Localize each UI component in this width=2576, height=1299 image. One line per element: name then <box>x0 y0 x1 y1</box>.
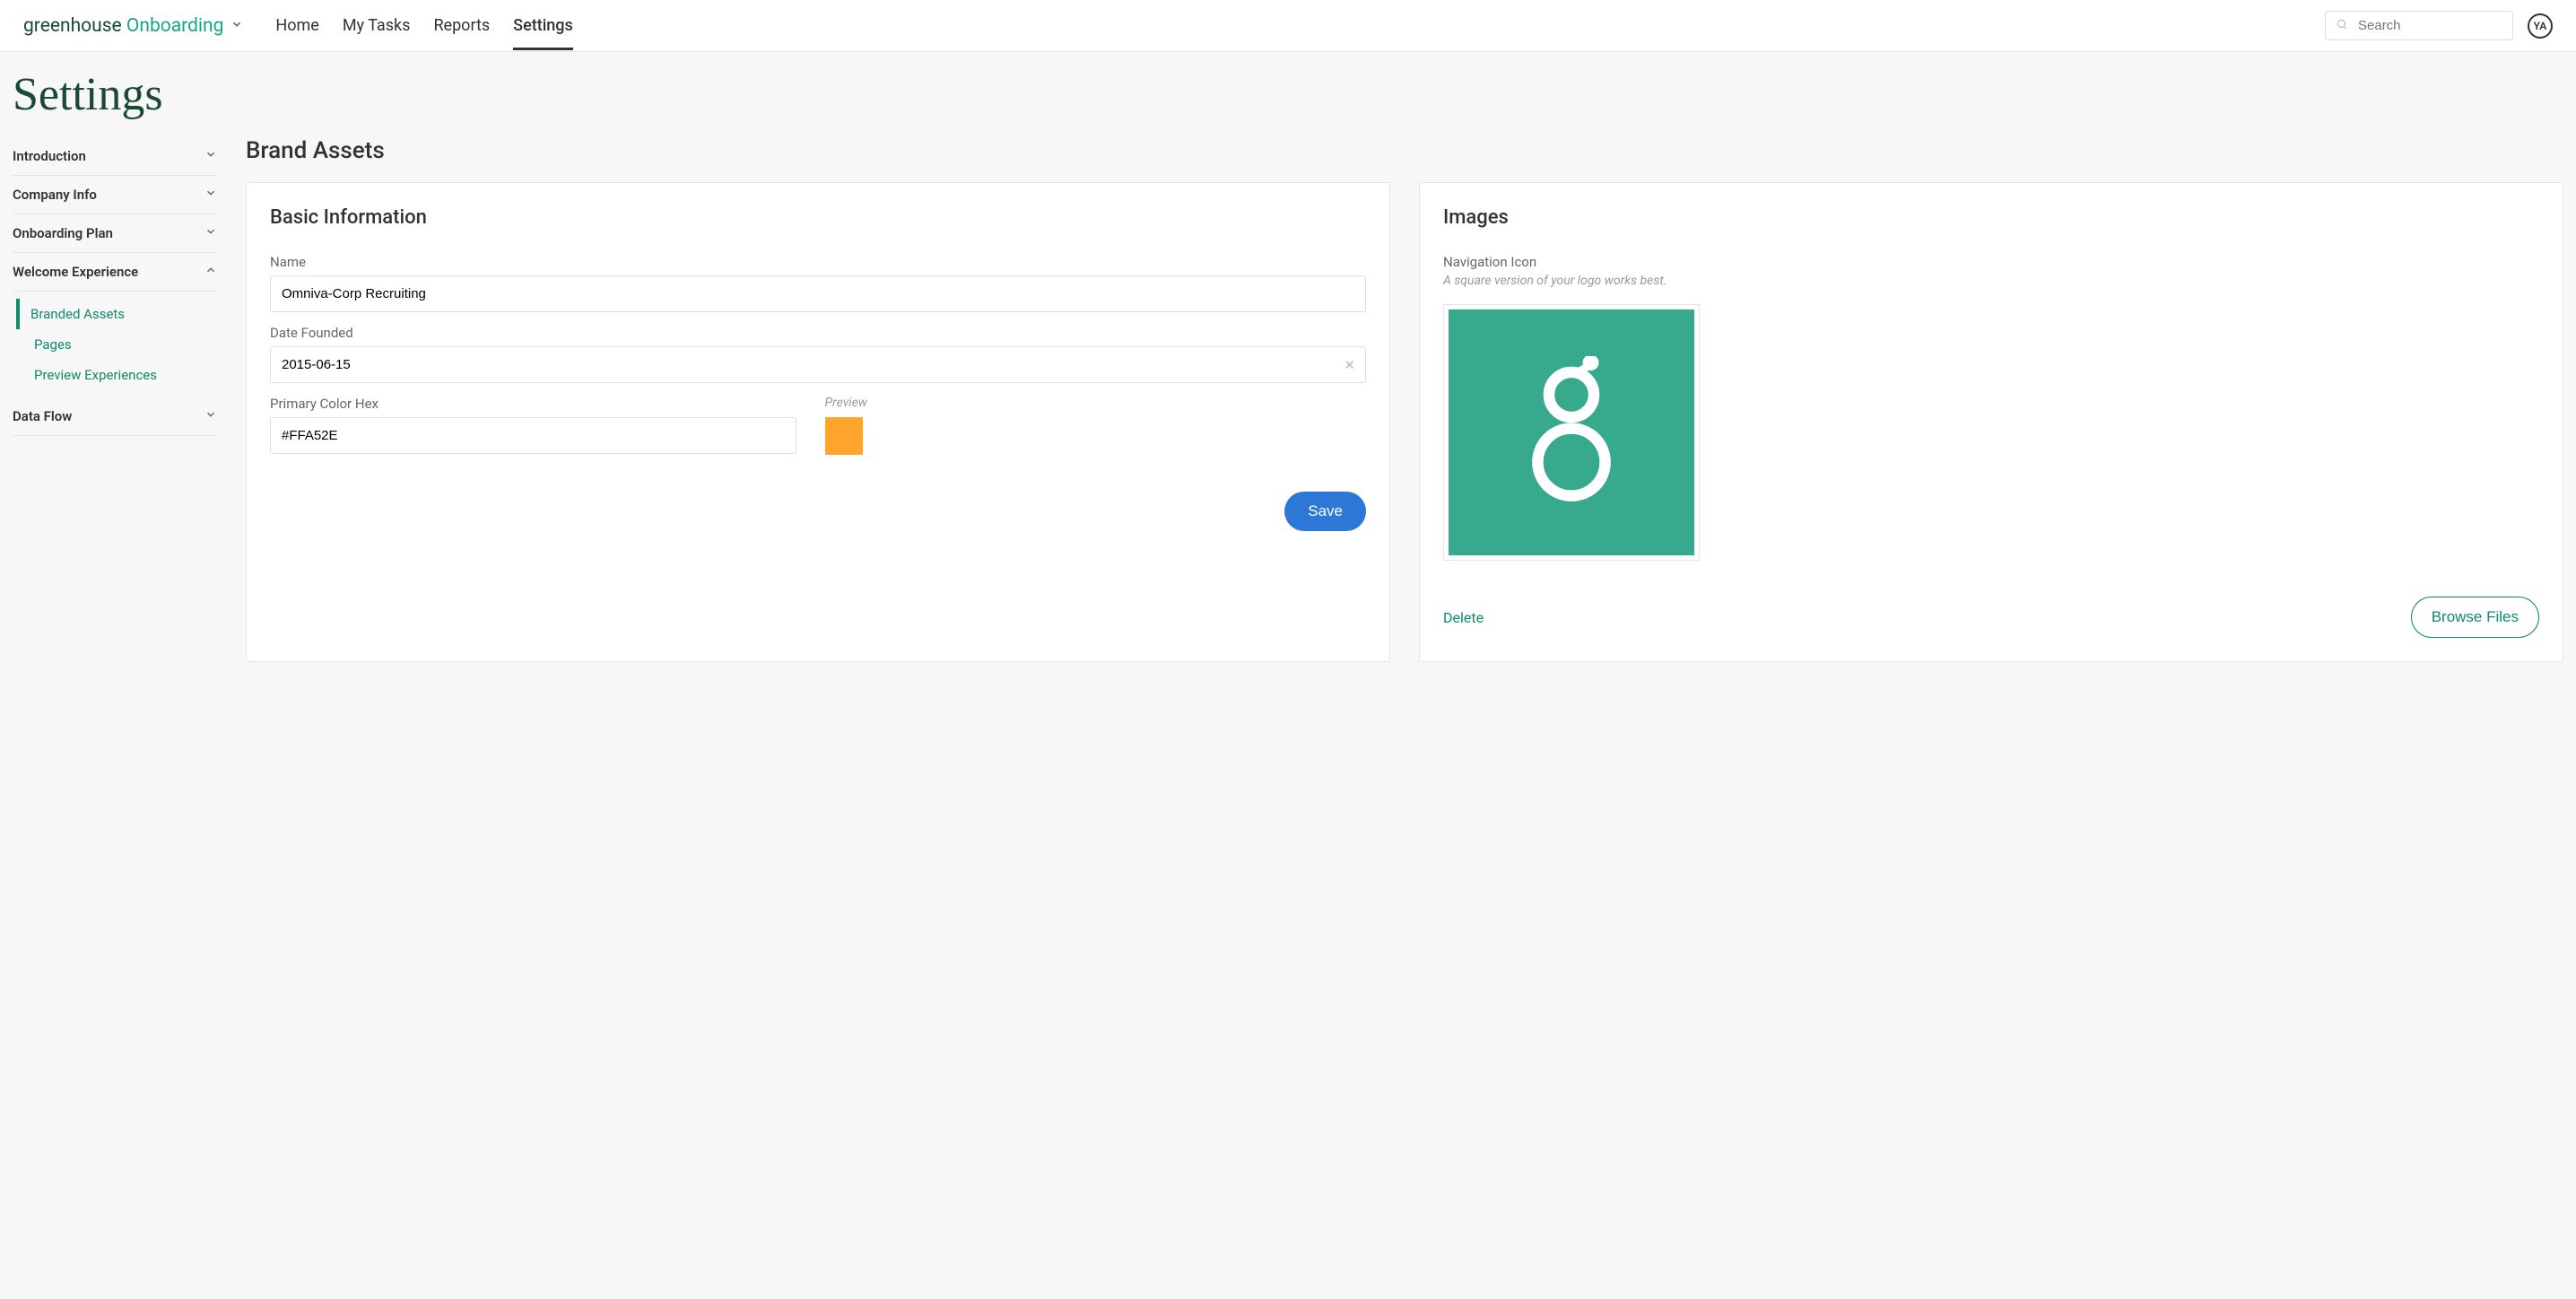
search-input[interactable] <box>2325 11 2513 40</box>
sidebar-submenu: Branded Assets Pages Preview Experiences <box>13 292 217 397</box>
chevron-down-icon <box>205 408 217 424</box>
sidebar-sub-preview-experiences[interactable]: Preview Experiences <box>13 360 217 390</box>
save-button[interactable]: Save <box>1284 492 1366 531</box>
color-swatch <box>825 417 863 455</box>
sidebar-item-welcome-experience[interactable]: Welcome Experience <box>13 253 217 292</box>
primary-color-label: Primary Color Hex <box>270 396 796 412</box>
nav-reports[interactable]: Reports <box>433 2 490 50</box>
nav-settings[interactable]: Settings <box>513 2 573 50</box>
primary-color-input[interactable] <box>270 417 796 454</box>
color-row: Primary Color Hex Preview <box>270 396 1366 466</box>
app-switcher[interactable]: greenhouse Onboarding <box>23 15 243 37</box>
delete-image-link[interactable]: Delete <box>1443 609 1484 626</box>
clear-date-icon[interactable]: ✕ <box>1344 357 1355 373</box>
images-card: Images Navigation Icon A square version … <box>1419 182 2563 662</box>
section-heading: Brand Assets <box>246 137 2563 164</box>
preview-label: Preview <box>825 396 867 410</box>
navigation-icon-hint: A square version of your logo works best… <box>1443 274 2539 288</box>
sidebar-item-label: Onboarding Plan <box>13 225 113 241</box>
date-founded-input[interactable] <box>270 346 1366 383</box>
browse-files-button[interactable]: Browse Files <box>2411 597 2539 638</box>
sidebar-sub-branded-assets[interactable]: Branded Assets <box>16 299 217 329</box>
sidebar-item-label: Company Info <box>13 187 97 203</box>
search-field <box>2325 11 2513 40</box>
page: Settings Introduction Company Info Onboa… <box>0 52 2576 698</box>
nav-home[interactable]: Home <box>275 2 318 50</box>
date-founded-label: Date Founded <box>270 325 1366 341</box>
nav-my-tasks[interactable]: My Tasks <box>343 2 411 50</box>
card-title: Basic Information <box>270 206 1366 229</box>
chevron-up-icon <box>205 264 217 280</box>
navigation-icon-label: Navigation Icon <box>1443 254 2539 270</box>
name-input[interactable] <box>270 275 1366 312</box>
top-nav: greenhouse Onboarding Home My Tasks Repo… <box>0 0 2576 52</box>
settings-sidebar: Introduction Company Info Onboarding Pla… <box>13 137 217 662</box>
main-content: Brand Assets Basic Information Name Date… <box>246 137 2563 662</box>
logo-preview-image <box>1449 309 1694 555</box>
sidebar-item-label: Welcome Experience <box>13 264 138 280</box>
card-title: Images <box>1443 206 2539 229</box>
sidebar-item-label: Data Flow <box>13 408 72 424</box>
logo-text: greenhouse Onboarding <box>23 15 223 37</box>
sidebar-item-onboarding-plan[interactable]: Onboarding Plan <box>13 214 217 253</box>
greenhouse-logo-icon <box>1531 356 1612 509</box>
sidebar-sub-pages[interactable]: Pages <box>13 329 217 360</box>
sidebar-item-data-flow[interactable]: Data Flow <box>13 397 217 436</box>
page-title: Settings <box>0 52 2576 137</box>
primary-nav: Home My Tasks Reports Settings <box>275 2 572 50</box>
chevron-down-icon <box>231 17 243 34</box>
user-avatar[interactable]: YA <box>2528 13 2553 39</box>
nav-right: YA <box>2325 11 2553 40</box>
sidebar-item-company-info[interactable]: Company Info <box>13 176 217 214</box>
chevron-down-icon <box>205 225 217 241</box>
cards-row: Basic Information Name Date Founded ✕ Pr… <box>246 182 2563 662</box>
basic-information-card: Basic Information Name Date Founded ✕ Pr… <box>246 182 1390 662</box>
chevron-down-icon <box>205 148 217 164</box>
sidebar-item-introduction[interactable]: Introduction <box>13 137 217 176</box>
images-actions: Delete Browse Files <box>1443 597 2539 638</box>
name-label: Name <box>270 254 1366 270</box>
body-row: Introduction Company Info Onboarding Pla… <box>0 137 2576 662</box>
sidebar-item-label: Introduction <box>13 148 86 164</box>
navigation-icon-preview <box>1443 304 1700 561</box>
chevron-down-icon <box>205 187 217 203</box>
